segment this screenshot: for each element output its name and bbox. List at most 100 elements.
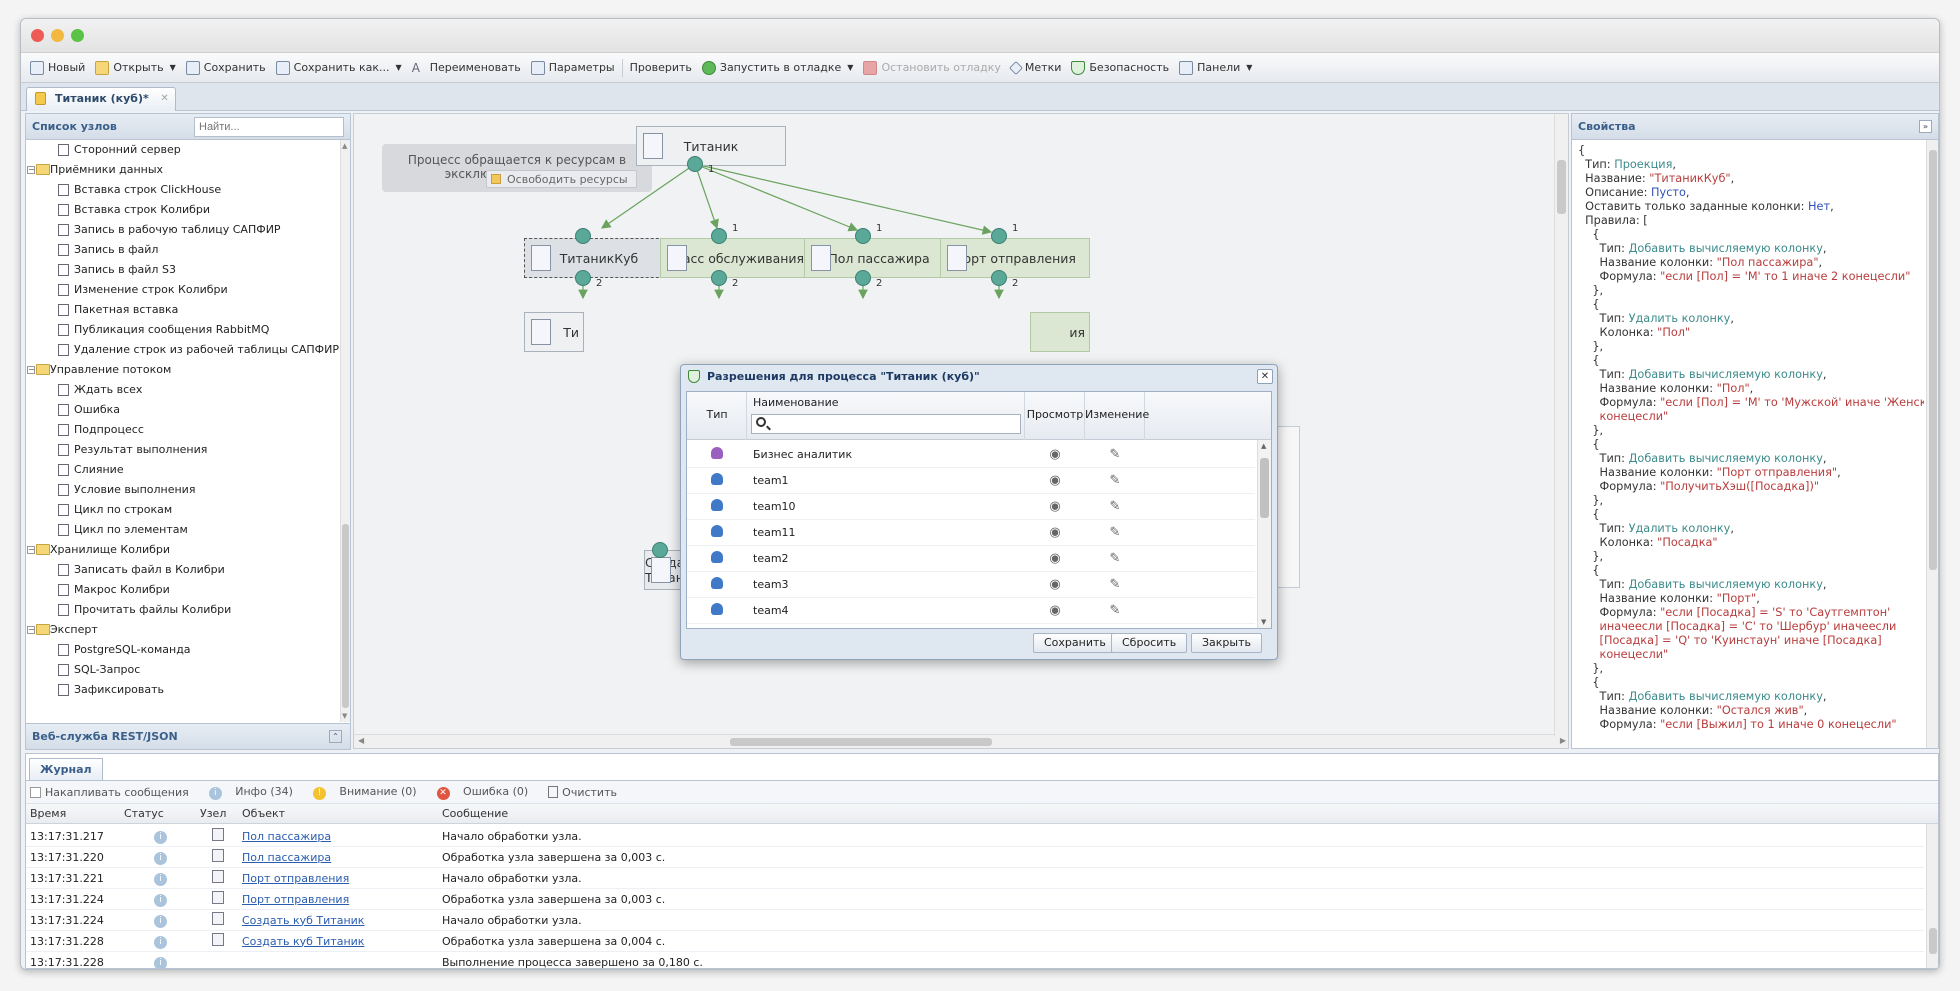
journal-row[interactable]: 13:17:31.224 i Создать куб Титаник Начало о… bbox=[26, 910, 1924, 931]
pencil-icon[interactable]: ✎ bbox=[1085, 603, 1145, 618]
tree-item[interactable]: Запись в файл bbox=[26, 240, 342, 260]
grid-scrollbar-thumb[interactable] bbox=[1260, 458, 1269, 518]
tree-item[interactable]: Ошибка bbox=[26, 400, 342, 420]
pencil-icon[interactable]: ✎ bbox=[1085, 577, 1145, 592]
warning-filter-button[interactable]: ! Внимание (0) bbox=[312, 785, 427, 800]
tree-item[interactable]: Слияние bbox=[26, 460, 342, 480]
collapse-toggle-icon[interactable]: − bbox=[27, 166, 35, 174]
log-object-link[interactable]: Порт отправления bbox=[242, 872, 349, 885]
tree-item[interactable]: Цикл по строкам bbox=[26, 500, 342, 520]
log-object-link[interactable]: Создать куб Титаник bbox=[242, 935, 364, 948]
tree-group[interactable]: − Эксперт bbox=[26, 620, 342, 640]
pencil-icon[interactable]: ✎ bbox=[1085, 447, 1145, 462]
dialog-close-icon[interactable]: ✕ bbox=[1257, 369, 1273, 384]
journal-row[interactable]: 13:17:31.224 i Порт отправления Обработка у… bbox=[26, 889, 1924, 910]
tree-group[interactable]: − Приёмники данных bbox=[26, 160, 342, 180]
collapse-panel-icon[interactable]: » bbox=[1919, 120, 1932, 133]
output-port[interactable] bbox=[711, 270, 727, 286]
node-titanic-cube[interactable]: ТитаникКуб bbox=[524, 238, 674, 278]
journal-row[interactable]: 13:17:31.228 i Выполнение процесса заверше… bbox=[26, 952, 1924, 969]
input-port[interactable] bbox=[575, 228, 591, 244]
run-debug-button[interactable]: Запустить в отладке ▼ bbox=[697, 57, 859, 79]
tree-group[interactable]: − Управление потоком bbox=[26, 360, 342, 380]
permission-row[interactable]: team3 ◉ ✎ bbox=[687, 572, 1255, 598]
tree-item[interactable]: Пакетная вставка bbox=[26, 300, 342, 320]
tree-item[interactable]: Ждать всех bbox=[26, 380, 342, 400]
collapse-toggle-icon[interactable]: − bbox=[27, 626, 35, 634]
security-button[interactable]: Безопасность bbox=[1066, 57, 1174, 79]
pencil-icon[interactable]: ✎ bbox=[1085, 525, 1145, 540]
journal-row[interactable]: 13:17:31.220 i Пол пассажира Обработка узла… bbox=[26, 847, 1924, 868]
permission-row[interactable]: Бизнес аналитик ◉ ✎ bbox=[687, 442, 1255, 468]
free-resources-button[interactable]: Освободить ресурсы bbox=[486, 170, 637, 188]
tree-item[interactable]: Сторонний сервер bbox=[26, 140, 342, 160]
eye-icon[interactable]: ◉ bbox=[1025, 603, 1085, 618]
pencil-icon[interactable]: ✎ bbox=[1085, 473, 1145, 488]
eye-icon[interactable]: ◉ bbox=[1025, 525, 1085, 540]
tab-journal[interactable]: Журнал bbox=[29, 758, 103, 780]
input-port[interactable] bbox=[855, 228, 871, 244]
tree-item[interactable]: Запись в рабочую таблицу САПФИР bbox=[26, 220, 342, 240]
node-passenger-sex[interactable]: Пол пассажира bbox=[804, 238, 954, 278]
new-button[interactable]: Новый bbox=[25, 57, 90, 79]
tree-group[interactable]: − Хранилище Колибри bbox=[26, 540, 342, 560]
tree-item[interactable]: Цикл по элементам bbox=[26, 520, 342, 540]
info-filter-button[interactable]: i Инфо (34) bbox=[208, 785, 303, 800]
open-button[interactable]: Открыть ▼ bbox=[90, 57, 180, 79]
node-titanic-copy[interactable]: Ти bbox=[524, 312, 584, 352]
properties-scrollbar[interactable] bbox=[1926, 140, 1938, 748]
tree-item[interactable]: Прочитать файлы Колибри bbox=[26, 600, 342, 620]
permission-row[interactable]: team4 ◉ ✎ bbox=[687, 598, 1255, 624]
node-embark-port[interactable]: Порт отправления bbox=[940, 238, 1090, 278]
journal-row[interactable]: 13:17:31.228 i Создать куб Титаник Обработк… bbox=[26, 931, 1924, 952]
input-port[interactable] bbox=[991, 228, 1007, 244]
col-view[interactable]: Просмотр bbox=[1025, 392, 1085, 440]
journal-column-header[interactable]: Сообщение bbox=[442, 807, 1938, 820]
collapse-icon[interactable]: ⌃ bbox=[329, 730, 342, 743]
close-icon[interactable]: ✕ bbox=[160, 88, 168, 110]
permission-row[interactable]: team10 ◉ ✎ bbox=[687, 494, 1255, 520]
col-name[interactable]: Наименование bbox=[747, 392, 1025, 440]
reset-button[interactable]: Сбросить bbox=[1111, 633, 1188, 653]
rest-service-header[interactable]: Веб-служба REST/JSON ⌃ bbox=[26, 723, 350, 749]
pencil-icon[interactable]: ✎ bbox=[1085, 551, 1145, 566]
save-button[interactable]: Сохранить bbox=[1033, 633, 1117, 653]
node-titanic[interactable]: Титаник bbox=[636, 126, 786, 166]
tree-item[interactable]: Результат выполнения bbox=[26, 440, 342, 460]
permission-row[interactable]: team2 ◉ ✎ bbox=[687, 546, 1255, 572]
tags-button[interactable]: Метки bbox=[1006, 57, 1066, 79]
output-port[interactable] bbox=[855, 270, 871, 286]
log-object-link[interactable]: Порт отправления bbox=[242, 893, 349, 906]
canvas-hscrollbar[interactable]: ◀ ▶ bbox=[354, 734, 1568, 748]
tree-item[interactable]: Удаление строк из рабочей таблицы САПФИР bbox=[26, 340, 342, 360]
collapse-toggle-icon[interactable]: − bbox=[27, 546, 35, 554]
output-port[interactable] bbox=[991, 270, 1007, 286]
canvas-vscrollbar-thumb[interactable] bbox=[1557, 160, 1566, 214]
permission-row[interactable]: team11 ◉ ✎ bbox=[687, 520, 1255, 546]
tree-item[interactable]: SQL-Запрос bbox=[26, 660, 342, 680]
permission-row[interactable]: team1 ◉ ✎ bbox=[687, 468, 1255, 494]
tree-item[interactable]: Вставка строк ClickHouse bbox=[26, 180, 342, 200]
journal-row[interactable]: 13:17:31.221 i Порт отправления Начало обра… bbox=[26, 868, 1924, 889]
eye-icon[interactable]: ◉ bbox=[1025, 447, 1085, 462]
close-button[interactable]: Закрыть bbox=[1191, 633, 1262, 653]
journal-column-header[interactable]: Время bbox=[26, 807, 124, 820]
error-filter-button[interactable]: ✕ Ошибка (0) bbox=[436, 785, 539, 800]
output-port[interactable] bbox=[575, 270, 591, 286]
tree-scrollbar[interactable]: ▲ ▼ bbox=[340, 140, 350, 722]
journal-column-header[interactable]: Узел bbox=[200, 807, 242, 820]
save-as-button[interactable]: Сохранить как... ▼ bbox=[271, 57, 407, 79]
journal-scrollbar[interactable] bbox=[1926, 824, 1938, 968]
params-button[interactable]: Параметры bbox=[526, 57, 620, 79]
tree-item[interactable]: Вставка строк Колибри bbox=[26, 200, 342, 220]
tab-titanic-cube[interactable]: Титаник (куб)* ✕ bbox=[26, 87, 176, 111]
name-filter-input[interactable] bbox=[751, 414, 1021, 434]
grid-scrollbar[interactable]: ▲ ▼ bbox=[1257, 440, 1271, 628]
node-search-input[interactable] bbox=[194, 117, 344, 137]
stop-debug-button[interactable]: Остановить отладку bbox=[858, 57, 1005, 79]
eye-icon[interactable]: ◉ bbox=[1025, 551, 1085, 566]
clear-button[interactable]: Очистить bbox=[548, 785, 627, 799]
tree-item[interactable]: Зафиксировать bbox=[26, 680, 342, 700]
col-edit[interactable]: Изменение bbox=[1085, 392, 1149, 440]
tree-item[interactable]: Подпроцесс bbox=[26, 420, 342, 440]
